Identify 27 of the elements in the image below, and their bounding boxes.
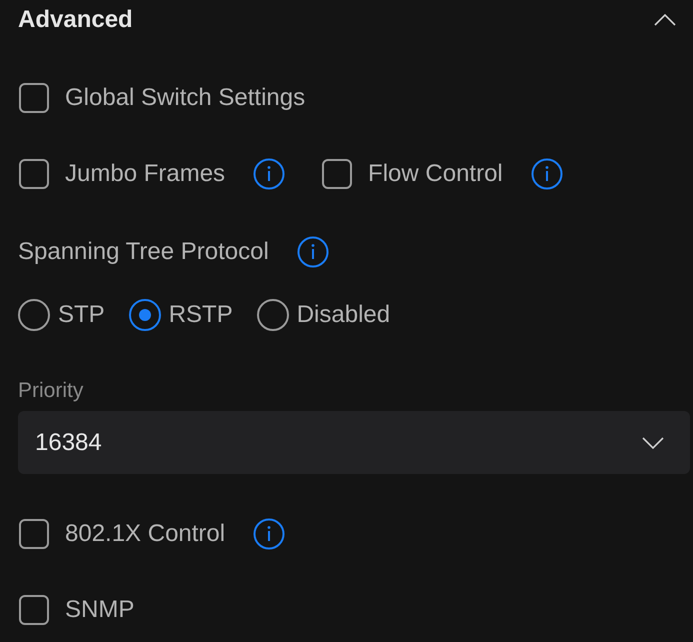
chevron-down-icon bbox=[642, 436, 664, 448]
checkbox-label: Global Switch Settings bbox=[65, 84, 306, 112]
checkbox[interactable] bbox=[19, 83, 49, 113]
radio-label: STP bbox=[58, 301, 105, 329]
info-icon[interactable] bbox=[253, 158, 286, 190]
radio-button[interactable] bbox=[128, 299, 161, 331]
radio-label: RSTP bbox=[168, 301, 233, 329]
checkbox-label: Jumbo Frames bbox=[65, 160, 226, 188]
checkbox[interactable] bbox=[19, 519, 49, 549]
section-title: Advanced bbox=[18, 6, 133, 34]
group-label: Spanning Tree Protocol bbox=[18, 238, 269, 266]
radio-button[interactable] bbox=[256, 299, 289, 331]
checkbox[interactable] bbox=[322, 159, 352, 189]
checkbox-label: 802.1X Control bbox=[65, 520, 226, 548]
info-icon[interactable] bbox=[253, 518, 286, 550]
radio-button[interactable] bbox=[18, 299, 50, 331]
checkbox-label: SNMP bbox=[65, 596, 134, 624]
priority-select[interactable]: 16384 bbox=[18, 411, 690, 474]
checkbox[interactable] bbox=[19, 595, 49, 625]
info-icon[interactable] bbox=[296, 236, 329, 268]
radio-label: Disabled bbox=[296, 301, 390, 329]
collapse-button[interactable] bbox=[654, 14, 676, 26]
checkbox-label: Flow Control bbox=[368, 160, 503, 188]
field-label: Priority bbox=[18, 380, 84, 402]
chevron-up-icon bbox=[654, 14, 676, 26]
checkbox[interactable] bbox=[19, 159, 49, 189]
info-icon[interactable] bbox=[530, 158, 563, 190]
